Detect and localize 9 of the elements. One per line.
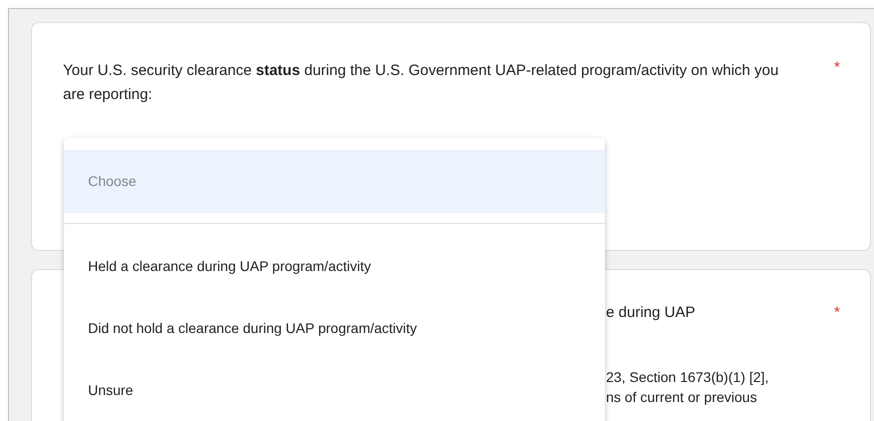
- question-text: Your U.S. security clearance status during the U.S. Government UAP-related program/activity on which you are reporting:: [63, 61, 780, 105]
- dropdown-option[interactable]: Held a clearance during UAP program/activity: [64, 235, 605, 297]
- required-mark: *: [834, 59, 840, 78]
- required-mark: *: [834, 304, 840, 321]
- question-description: 23, Section 1673(b)(1) [2],: [606, 368, 770, 387]
- question-text: e during UAP: [606, 304, 696, 321]
- dropdown-option[interactable]: Unsure: [64, 359, 605, 421]
- question-description: ns of current or previous: [606, 388, 758, 407]
- dropdown-option[interactable]: Did not hold a clearance during UAP program/activity: [64, 297, 605, 359]
